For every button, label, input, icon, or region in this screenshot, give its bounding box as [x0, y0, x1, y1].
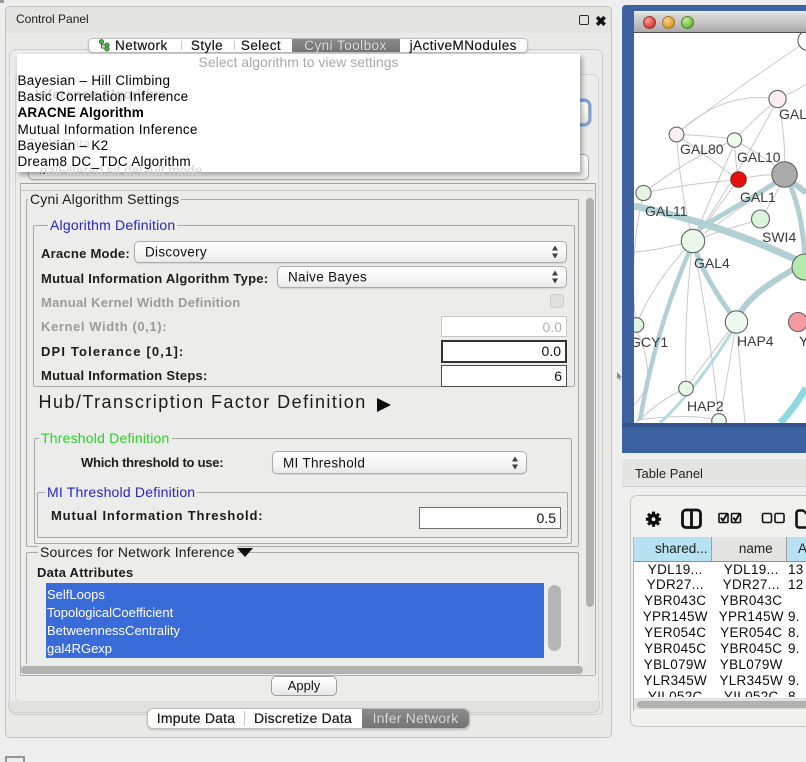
- svg-text:YD: YD: [799, 333, 806, 349]
- svg-text:GAL1: GAL1: [740, 189, 776, 205]
- svg-text:GAL11: GAL11: [645, 203, 688, 219]
- svg-text:GCY1: GCY1: [634, 334, 668, 350]
- svg-text:SWI4: SWI4: [762, 229, 796, 245]
- svg-text:GAL4: GAL4: [694, 255, 730, 271]
- svg-text:HAP2: HAP2: [687, 398, 724, 414]
- svg-text:GAL10: GAL10: [737, 149, 781, 165]
- svg-text:GAL80: GAL80: [680, 141, 724, 157]
- svg-text:HAP4: HAP4: [737, 333, 774, 349]
- svg-text:GAL7: GAL7: [779, 106, 806, 122]
